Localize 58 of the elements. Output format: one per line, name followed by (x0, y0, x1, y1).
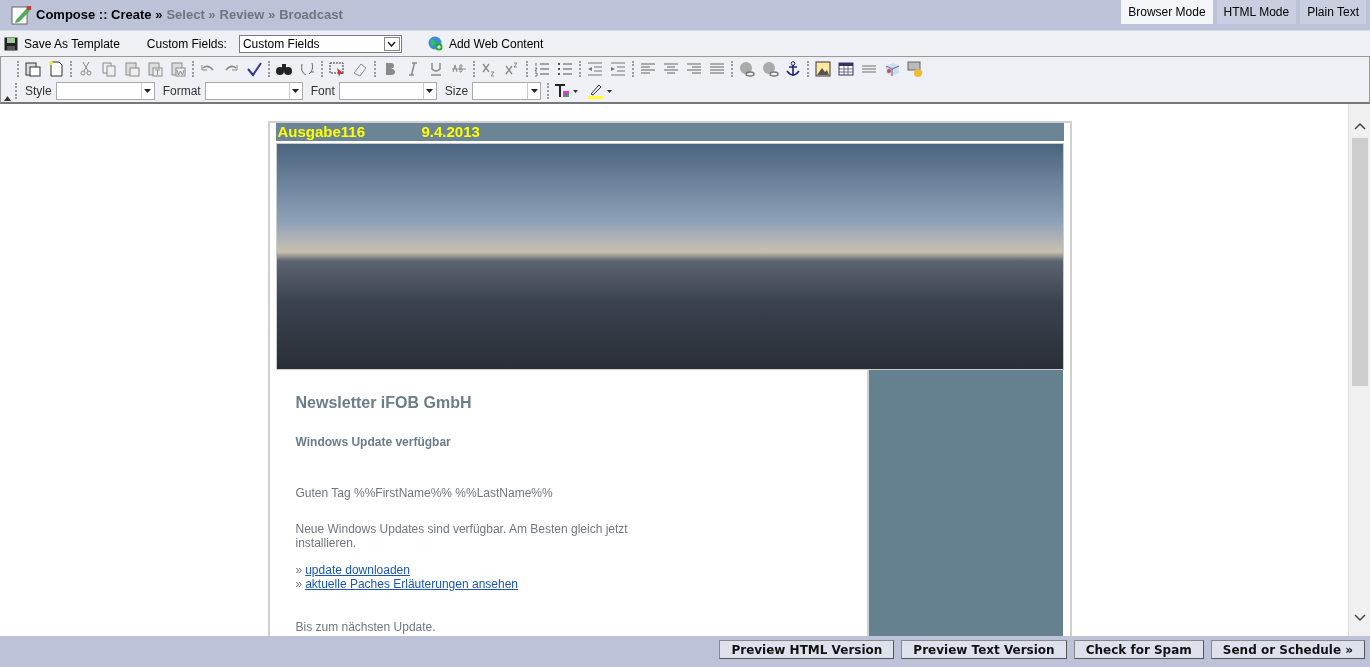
mode-tab[interactable]: Browser Mode (1121, 0, 1213, 24)
newsletter-link[interactable]: update downloaden (305, 563, 410, 578)
format-select-label: Font (310, 83, 335, 101)
newsletter-link[interactable]: aktuelle Paches Erläuterungen ansehen (305, 577, 518, 592)
select-all-icon[interactable] (328, 59, 346, 78)
wizard-step: Broadcast (279, 5, 343, 25)
form-field-icon[interactable] (906, 59, 924, 78)
wizard-step: Review » (219, 5, 276, 25)
dropdown-arrow-icon (292, 89, 300, 94)
globe-plus-icon[interactable] (427, 36, 443, 51)
format-select-label: Style (25, 83, 52, 101)
link-globe-icon[interactable] (738, 59, 756, 78)
copy-icon[interactable] (100, 59, 118, 78)
vertical-scrollbar[interactable] (1348, 104, 1370, 637)
custom-fields-dropdown[interactable]: Custom Fields (238, 34, 402, 53)
action-button[interactable]: Send or Schedule » (1210, 640, 1365, 660)
highlighter-icon[interactable] (587, 82, 614, 101)
dropdown-arrow-icon (530, 89, 538, 94)
save-template-link[interactable]: Save As Template (24, 34, 120, 53)
format-select-label: Format (162, 83, 201, 101)
newsletter-title: Newsletter iFOB GmbH (295, 393, 473, 414)
wizard-step: Select » (166, 5, 216, 25)
anchor-icon[interactable] (784, 59, 802, 78)
scrollbar-thumb[interactable] (1351, 138, 1368, 387)
image-icon[interactable] (814, 59, 832, 78)
format-dropdown[interactable] (472, 82, 542, 101)
compose-pencil-icon (10, 4, 32, 26)
scroll-down-icon[interactable] (1353, 614, 1366, 623)
scroll-up-icon[interactable] (1353, 122, 1366, 131)
paste-word-icon[interactable] (169, 59, 187, 78)
format-dropdown[interactable] (338, 82, 437, 101)
bullet-mark: » (295, 577, 303, 592)
table-icon[interactable] (837, 59, 855, 78)
format-dropdown[interactable] (55, 82, 155, 101)
bullet-mark: » (295, 563, 303, 578)
add-web-content-link[interactable]: Add Web Content (448, 34, 544, 53)
closing-text: Bis zum nächsten Update. (295, 619, 437, 637)
paste-icon[interactable] (24, 59, 42, 78)
mode-tab[interactable]: HTML Mode (1216, 0, 1297, 24)
action-button[interactable]: Preview HTML Version (719, 640, 895, 660)
wizard-step: Compose :: Create » (36, 5, 163, 25)
newsletter-subtitle: Windows Update verfügbar (295, 434, 452, 452)
collapse-triangle-icon[interactable] (3, 96, 11, 102)
format-select-label: Size (444, 83, 469, 101)
issue-number: Ausgabe116 (277, 121, 367, 142)
new-page-icon[interactable] (47, 59, 65, 78)
paste-text-icon[interactable] (146, 59, 164, 78)
dropdown-arrow-icon (144, 89, 152, 94)
mode-tab[interactable]: Plain Text (1300, 0, 1366, 24)
greeting-text: Guten Tag %%FirstName%% %%LastName%% (295, 485, 554, 503)
dropdown-arrow-icon (426, 89, 434, 94)
action-button[interactable]: Check for Spam (1073, 640, 1204, 660)
custom-fields-label: Custom Fields: (146, 35, 227, 53)
action-button[interactable]: Preview Text Version (901, 640, 1067, 660)
issue-date: 9.4.2013 (421, 121, 480, 142)
dropdown-chevron-icon (387, 40, 397, 47)
cut-icon[interactable] (77, 59, 95, 78)
body-text: Neue Windows Updates sind verfügbar. Am Besten gleich jetzt installieren. (295, 522, 629, 551)
